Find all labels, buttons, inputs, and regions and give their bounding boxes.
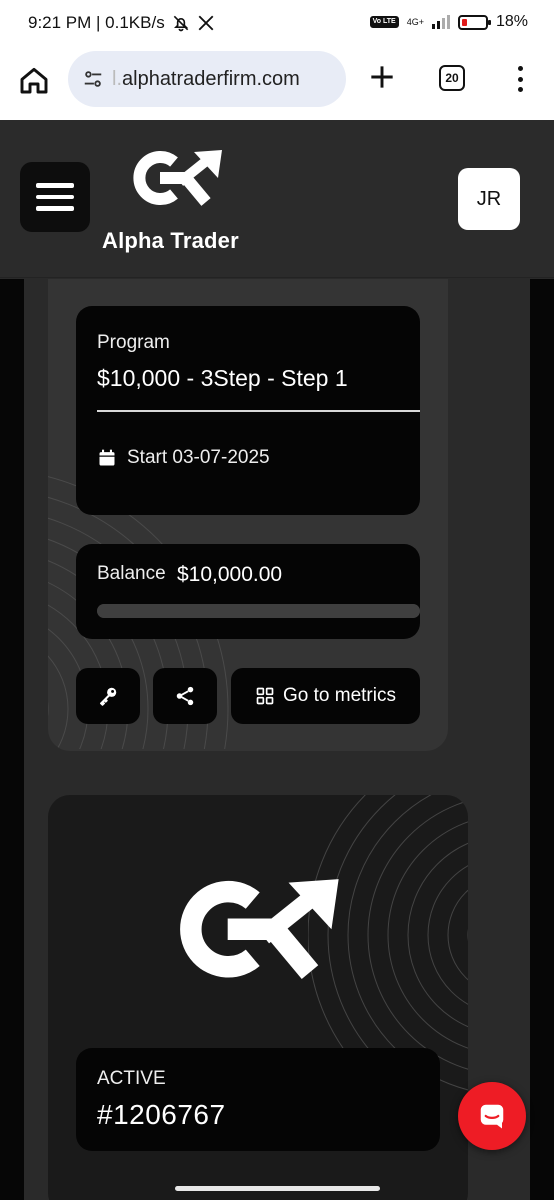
balance-progress-fill <box>97 604 420 618</box>
tab-switcher-button[interactable]: 20 <box>439 65 465 91</box>
app-header: Alpha Trader JR <box>0 120 554 278</box>
balance-panel: Balance $10,000.00 <box>76 544 420 639</box>
metrics-label: Go to metrics <box>283 685 396 706</box>
calendar-icon <box>99 449 115 466</box>
menu-button[interactable] <box>20 162 90 232</box>
status-right: Vo LTE 4G+ 18% <box>369 13 528 31</box>
left-gutter <box>0 279 24 1200</box>
signal-icon <box>431 15 450 29</box>
main-content[interactable]: Program $10,000 - 3Step - Step 1 Start 0… <box>0 279 554 1200</box>
address-bar[interactable]: l.alphatraderfirm.com <box>68 51 346 107</box>
go-to-metrics-button[interactable]: Go to metrics <box>231 668 420 724</box>
x-logo-icon <box>198 15 214 31</box>
program-label: Program <box>97 332 170 353</box>
right-gutter <box>530 279 554 1200</box>
grid-icon <box>256 687 274 705</box>
battery-percent: 18% <box>495 13 528 30</box>
alpha-trader-logo <box>180 879 339 980</box>
alpha-trader-logo <box>133 150 222 206</box>
url-prefix: l. <box>112 67 122 90</box>
chat-icon <box>480 1104 504 1129</box>
start-date-row: Start 03-07-2025 <box>97 447 270 469</box>
more-vert-icon[interactable] <box>508 64 532 94</box>
status-bar: 9:21 PM | 0.1KB/s Vo LTE 4G+ 18% <box>0 0 554 46</box>
balance-value: $10,000.00 <box>177 563 283 586</box>
program-panel: Program $10,000 - 3Step - Step 1 Start 0… <box>76 306 420 515</box>
share-button[interactable] <box>153 668 217 724</box>
url-domain: alphatraderfirm.com <box>122 67 300 90</box>
home-indicator[interactable] <box>175 1186 380 1191</box>
brand-name: Alpha Trader <box>102 228 239 253</box>
status-time-speed: 9:21 PM | 0.1KB/s <box>28 13 165 32</box>
alarm-off-icon <box>173 15 188 32</box>
account-id: #1206767 <box>97 1099 226 1130</box>
plus-icon <box>371 66 393 88</box>
status-panel: ACTIVE #1206767 <box>76 1048 440 1151</box>
key-icon <box>99 687 117 706</box>
brand-logo[interactable]: Alpha Trader <box>100 148 260 268</box>
url-text: l.alphatraderfirm.com <box>112 68 300 91</box>
menu-icon <box>36 183 74 188</box>
browser-toolbar: l.alphatraderfirm.com 20 <box>0 46 554 120</box>
tune-icon[interactable] <box>82 68 104 90</box>
battery-icon <box>457 14 491 30</box>
home-icon[interactable] <box>18 64 50 96</box>
status-badge: ACTIVE <box>97 1068 166 1089</box>
balance-progress-bar <box>97 604 420 618</box>
share-icon <box>176 686 194 706</box>
key-button[interactable] <box>76 668 140 724</box>
new-tab-button[interactable] <box>366 61 398 93</box>
account-status-card: ACTIVE #1206767 <box>48 795 468 1200</box>
volte-icon: Vo LTE <box>369 16 399 28</box>
start-date-text: Start 03-07-2025 <box>127 447 270 468</box>
avatar[interactable]: JR <box>458 168 520 230</box>
chat-button[interactable] <box>458 1082 526 1150</box>
divider <box>97 410 420 412</box>
program-value: $10,000 - 3Step - Step 1 <box>97 365 348 391</box>
network-type: 4G+ <box>406 16 424 27</box>
balance-label: Balance <box>97 563 166 584</box>
status-left: 9:21 PM | 0.1KB/s <box>28 13 215 33</box>
